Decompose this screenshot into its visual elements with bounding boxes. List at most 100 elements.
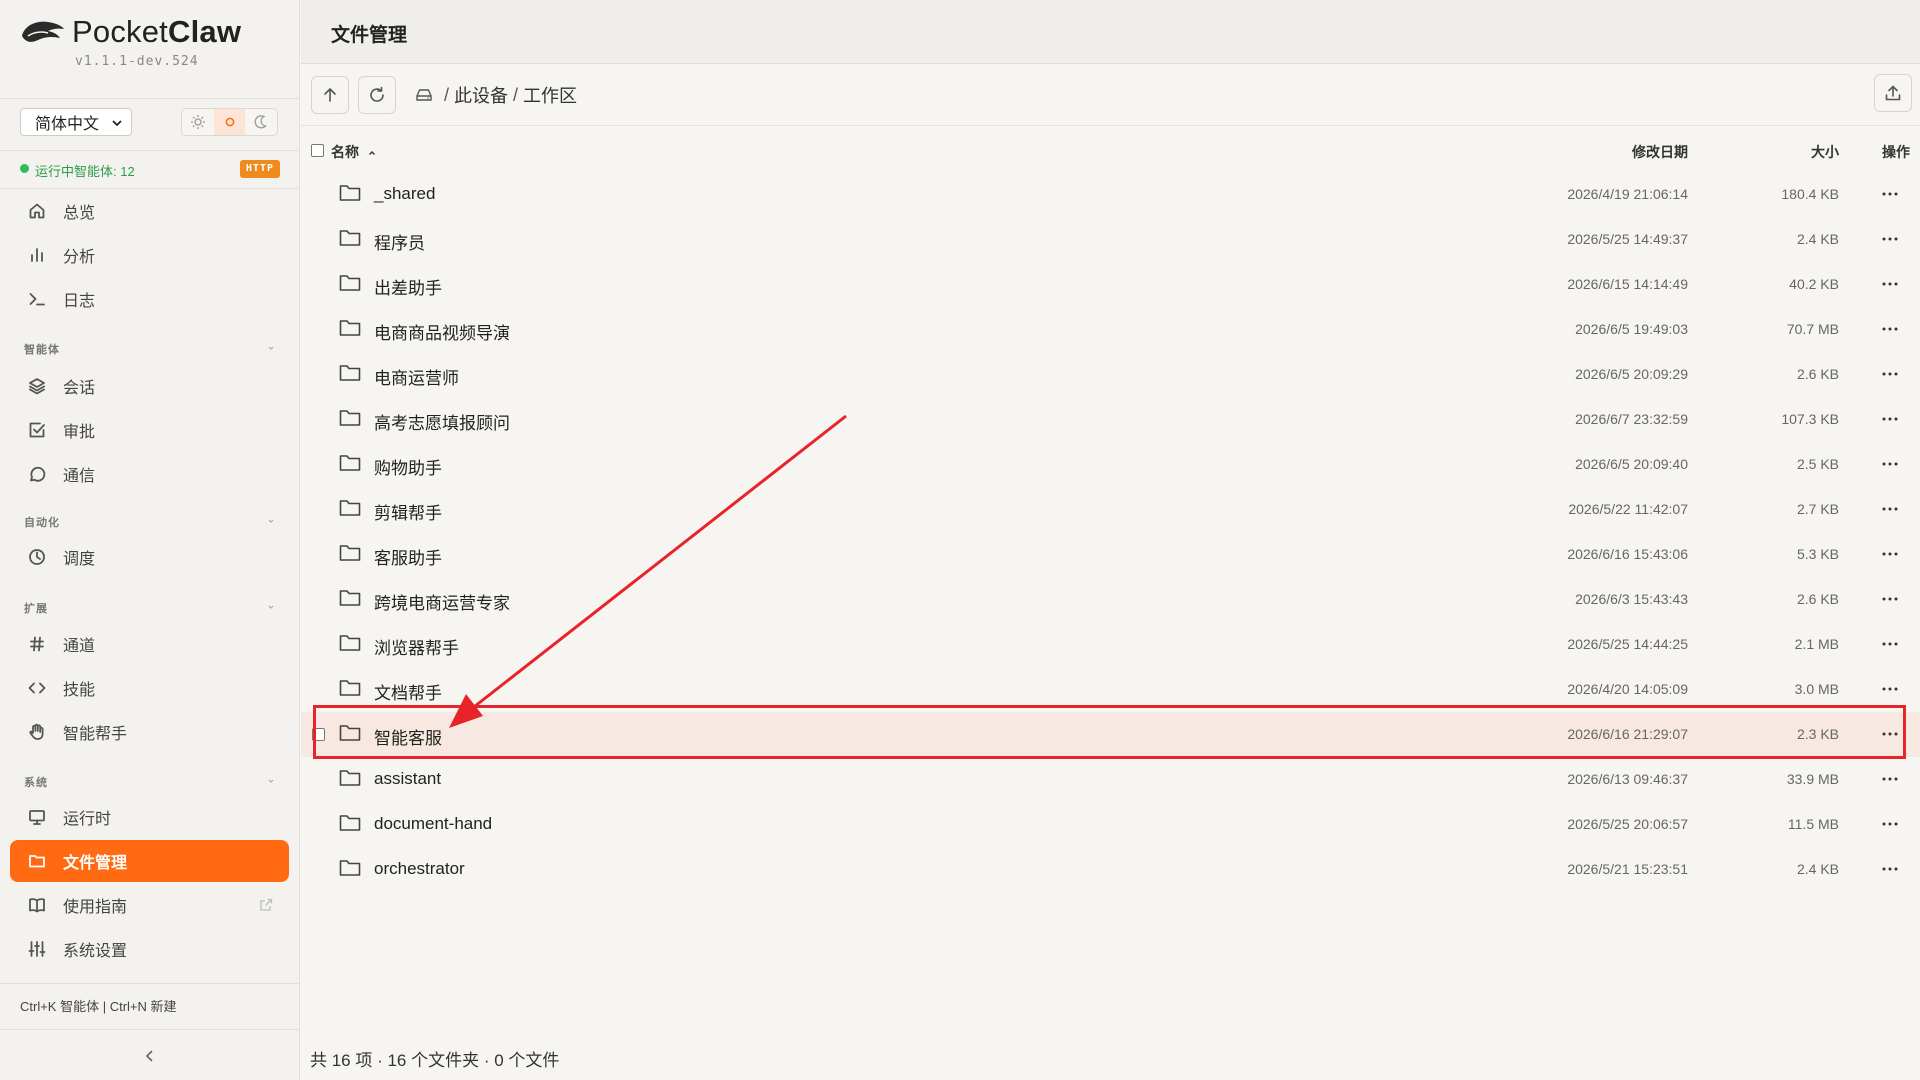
file-row[interactable]: 剪辑帮手 2026/5/22 11:42:07 2.7 KB <box>301 487 1920 532</box>
file-row[interactable]: 智能客服 2026/6/16 21:29:07 2.3 KB <box>301 712 1920 757</box>
file-name: 电商运营师 <box>374 369 459 388</box>
refresh-button[interactable] <box>358 76 396 114</box>
sliders-icon <box>28 941 46 957</box>
column-header-size[interactable]: 大小 <box>1811 142 1839 162</box>
more-actions-button[interactable] <box>1878 364 1902 384</box>
refresh-icon <box>370 86 384 102</box>
folder-icon <box>339 815 361 831</box>
divider <box>0 1029 300 1030</box>
file-modified-date: 2026/6/5 20:09:29 <box>1575 366 1688 382</box>
hard-drive-icon[interactable] <box>415 86 433 104</box>
nav-item-label: 技能 <box>63 682 96 699</box>
nav-item-smart-helper[interactable]: 智能帮手 <box>10 711 289 753</box>
divider <box>0 188 300 189</box>
file-row[interactable]: 程序员 2026/5/25 14:49:37 2.4 KB <box>301 217 1920 262</box>
breadcrumb-this-device[interactable]: 此设备 <box>454 82 508 108</box>
file-name: orchestrator <box>374 859 465 878</box>
divider <box>0 98 300 99</box>
language-select[interactable]: 简体中文 <box>20 108 132 136</box>
more-actions-button[interactable] <box>1878 409 1902 429</box>
more-actions-button[interactable] <box>1878 859 1902 879</box>
more-horizontal-icon <box>1882 507 1898 511</box>
file-row[interactable]: document-hand 2026/5/25 20:06:57 11.5 MB <box>301 802 1920 847</box>
file-name: 购物助手 <box>374 459 442 478</box>
file-row[interactable]: 购物助手 2026/6/5 20:09:40 2.5 KB <box>301 442 1920 487</box>
file-modified-date: 2026/6/13 09:46:37 <box>1567 771 1688 787</box>
file-toolbar: / 此设备 / 工作区 <box>301 64 1920 126</box>
nav-item-file-manager[interactable]: 文件管理 <box>10 840 289 882</box>
external-link-icon <box>260 898 273 911</box>
file-row[interactable]: orchestrator 2026/5/21 15:23:51 2.4 KB <box>301 847 1920 892</box>
chevron-down-icon[interactable] <box>266 776 276 786</box>
nav-item-skills[interactable]: 技能 <box>10 667 289 709</box>
file-size: 2.6 KB <box>1796 591 1839 607</box>
folder-icon <box>339 635 361 651</box>
nav-item-sessions[interactable]: 会话 <box>10 365 289 407</box>
file-row[interactable]: 高考志愿填报顾问 2026/6/7 23:32:59 107.3 KB <box>301 397 1920 442</box>
file-size: 2.5 KB <box>1796 456 1839 472</box>
file-row[interactable]: _shared 2026/4/19 21:06:14 180.4 KB <box>301 172 1920 217</box>
more-actions-button[interactable] <box>1878 229 1902 249</box>
theme-system-button[interactable] <box>213 109 246 135</box>
nav-item-overview[interactable]: 总览 <box>10 190 289 232</box>
chevron-down-icon[interactable] <box>266 516 276 526</box>
column-header-modified[interactable]: 修改日期 <box>1632 142 1688 162</box>
nav-item-approvals[interactable]: 审批 <box>10 409 289 451</box>
nav-item-label: 审批 <box>63 424 96 441</box>
nav-item-settings[interactable]: 系统设置 <box>10 928 289 970</box>
status-dot-icon <box>20 164 29 173</box>
sort-by-name[interactable]: 名称 <box>331 142 377 162</box>
more-actions-button[interactable] <box>1878 679 1902 699</box>
file-row[interactable]: assistant 2026/6/13 09:46:37 33.9 MB <box>301 757 1920 802</box>
sun-icon <box>190 115 205 129</box>
nav-item-analytics[interactable]: 分析 <box>10 234 289 276</box>
go-up-button[interactable] <box>311 76 349 114</box>
collapse-sidebar-button[interactable] <box>140 1046 160 1066</box>
chevron-down-icon[interactable] <box>266 343 276 353</box>
file-row[interactable]: 出差助手 2026/6/15 14:14:49 40.2 KB <box>301 262 1920 307</box>
upload-button[interactable] <box>1874 74 1912 112</box>
theme-light-button[interactable] <box>182 109 214 135</box>
file-size: 2.6 KB <box>1796 366 1839 382</box>
select-all-checkbox[interactable] <box>311 144 324 157</box>
more-actions-button[interactable] <box>1878 544 1902 564</box>
more-actions-button[interactable] <box>1878 769 1902 789</box>
nav-item-logs[interactable]: 日志 <box>10 278 289 320</box>
file-row[interactable]: 文档帮手 2026/4/20 14:05:09 3.0 MB <box>301 667 1920 712</box>
more-actions-button[interactable] <box>1878 319 1902 339</box>
more-actions-button[interactable] <box>1878 724 1902 744</box>
file-size: 180.4 KB <box>1781 186 1839 202</box>
breadcrumb-workspace[interactable]: 工作区 <box>523 82 577 108</box>
nav-item-channels[interactable]: 通道 <box>10 623 289 665</box>
more-actions-button[interactable] <box>1878 184 1902 204</box>
file-name: 跨境电商运营专家 <box>374 594 510 613</box>
more-actions-button[interactable] <box>1878 814 1902 834</box>
file-row[interactable]: 电商商品视频导演 2026/6/5 19:49:03 70.7 MB <box>301 307 1920 352</box>
folder-icon <box>339 500 361 516</box>
file-modified-date: 2026/6/3 15:43:43 <box>1575 591 1688 607</box>
more-actions-button[interactable] <box>1878 454 1902 474</box>
moon-icon <box>254 115 268 129</box>
nav-item-messaging[interactable]: 通信 <box>10 453 289 495</box>
more-horizontal-icon <box>1882 417 1898 421</box>
file-row[interactable]: 跨境电商运营专家 2026/6/3 15:43:43 2.6 KB <box>301 577 1920 622</box>
chevron-down-icon[interactable] <box>266 602 276 612</box>
more-actions-button[interactable] <box>1878 499 1902 519</box>
nav-item-runtime[interactable]: 运行时 <box>10 796 289 838</box>
nav-item-scheduling[interactable]: 调度 <box>10 536 289 578</box>
more-actions-button[interactable] <box>1878 274 1902 294</box>
chevron-left-icon <box>145 1050 153 1062</box>
section-title-system: 系统 <box>24 777 48 789</box>
theme-dark-button[interactable] <box>245 109 277 135</box>
more-actions-button[interactable] <box>1878 634 1902 654</box>
more-actions-button[interactable] <box>1878 589 1902 609</box>
message-circle-icon <box>30 466 46 482</box>
file-row[interactable]: 客服助手 2026/6/16 15:43:06 5.3 KB <box>301 532 1920 577</box>
section-title-automation: 自动化 <box>24 517 60 529</box>
file-size: 40.2 KB <box>1789 276 1839 292</box>
nav-item-user-guide[interactable]: 使用指南 <box>10 884 289 926</box>
file-row[interactable]: 浏览器帮手 2026/5/25 14:44:25 2.1 MB <box>301 622 1920 667</box>
file-row[interactable]: 电商运营师 2026/6/5 20:09:29 2.6 KB <box>301 352 1920 397</box>
row-checkbox[interactable] <box>312 728 325 741</box>
nav-item-label: 通信 <box>63 468 96 485</box>
